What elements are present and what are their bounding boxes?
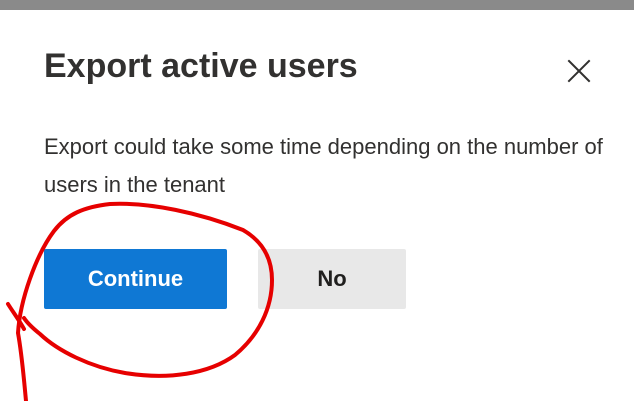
continue-button[interactable]: Continue — [44, 249, 227, 309]
page: Export active users Export could take so… — [0, 0, 634, 401]
close-icon — [567, 59, 591, 83]
close-button[interactable] — [560, 52, 598, 90]
export-active-users-dialog: Export active users Export could take so… — [0, 0, 634, 401]
no-button[interactable]: No — [258, 249, 406, 309]
dialog-message: Export could take some time depending on… — [44, 134, 603, 197]
dialog-title: Export active users — [44, 47, 358, 85]
